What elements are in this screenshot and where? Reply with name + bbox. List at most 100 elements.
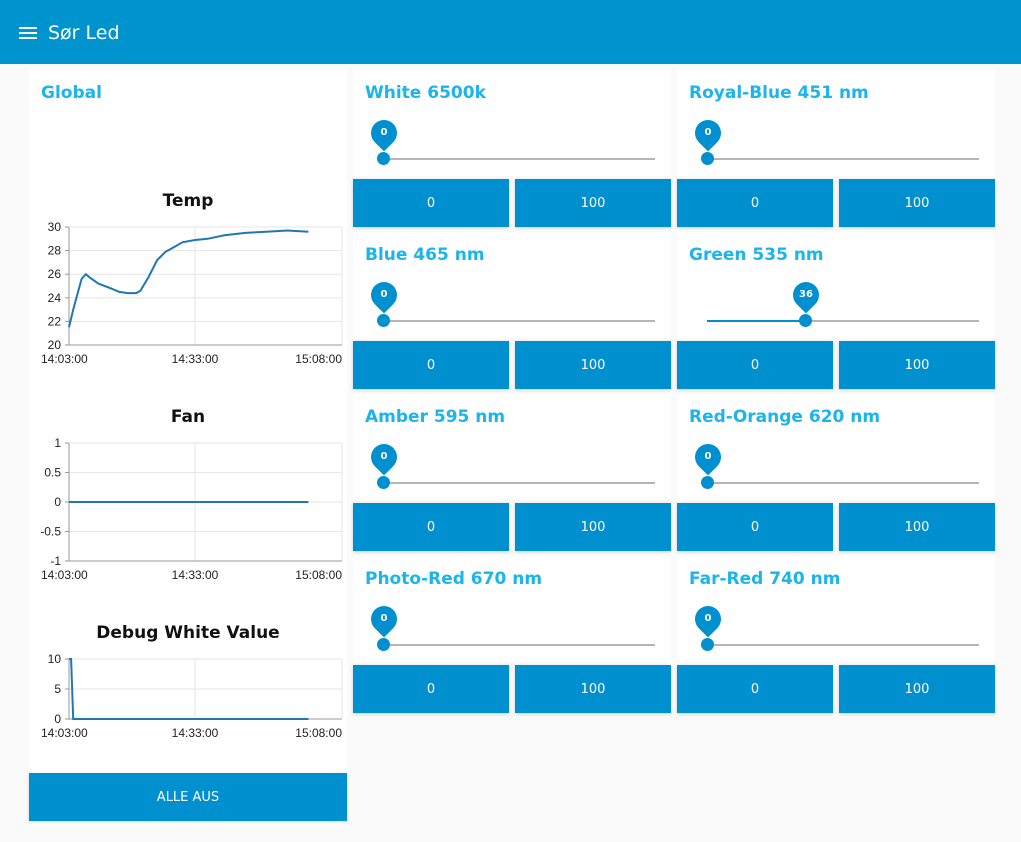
slider-value: 36 [798, 289, 813, 300]
set-100-button[interactable]: 100 [839, 665, 995, 713]
x-tick-label: 14:33:00 [172, 726, 219, 740]
channel-card-amber-595-nm: Amber 595 nm 0 [353, 394, 671, 500]
slider-value: 0 [380, 613, 388, 624]
set-0-button[interactable]: 0 [353, 179, 509, 227]
channel-card-white-6500k: White 6500k 0 [353, 70, 671, 176]
debug-chart-title: Debug White Value [96, 623, 280, 643]
channel-title: Royal-Blue 451 nm [689, 83, 869, 103]
channel-title: Photo-Red 670 nm [365, 569, 543, 589]
temp-chart: 14:03:00 14:33:00 15:08:00 30 28 26 24 22 20 [41, 220, 343, 366]
y-tick-label: 10 [48, 652, 62, 666]
channel-title: Far-Red 740 nm [689, 569, 841, 589]
channel-slider[interactable] [707, 158, 979, 160]
channel-slider[interactable] [383, 320, 655, 322]
slider-value-pin: 0 [365, 114, 403, 152]
x-tick-label: 15:08:00 [295, 726, 342, 740]
slider-thumb[interactable] [701, 476, 714, 489]
channel-title: Green 535 nm [689, 245, 824, 265]
y-tick-label: 22 [48, 314, 62, 328]
slider-value-pin: 0 [365, 600, 403, 638]
set-0-button[interactable]: 0 [353, 503, 509, 551]
channel-card-royal-blue-451-nm: Royal-Blue 451 nm 0 [677, 70, 995, 176]
y-tick-label: 24 [48, 291, 62, 305]
channel-title: Blue 465 nm [365, 245, 485, 265]
slider-value-pin: 0 [689, 114, 727, 152]
slider-value: 0 [704, 451, 712, 462]
slider-value-pin: 36 [787, 276, 825, 314]
slider-value: 0 [704, 613, 712, 624]
slider-thumb[interactable] [798, 314, 812, 327]
channel-slider[interactable] [707, 320, 979, 322]
set-0-button[interactable]: 0 [353, 665, 509, 713]
y-tick-label: 0.5 [44, 466, 61, 480]
set-0-button[interactable]: 0 [353, 341, 509, 389]
y-tick-label: 0 [54, 495, 61, 509]
channel-slider[interactable] [707, 644, 979, 646]
channel-title: Red-Orange 620 nm [689, 407, 881, 427]
slider-value: 0 [704, 127, 712, 138]
all-off-button[interactable]: ALLE AUS [29, 773, 347, 821]
slider-value-pin: 0 [689, 600, 727, 638]
slider-thumb[interactable] [701, 152, 714, 165]
app-title: Sør Led [48, 22, 120, 44]
slider-value-pin: 0 [365, 438, 403, 476]
x-tick-label: 14:33:00 [172, 568, 219, 582]
slider-thumb[interactable] [377, 152, 390, 165]
channel-card-photo-red-670-nm: Photo-Red 670 nm 0 [353, 556, 671, 662]
y-tick-label: 20 [48, 338, 62, 352]
slider-thumb[interactable] [377, 476, 390, 489]
fan-chart-title: Fan [170, 407, 206, 427]
slider-fill [707, 320, 805, 322]
y-tick-label: -1 [50, 554, 61, 568]
y-tick-label: 5 [54, 682, 61, 696]
x-tick-label: 15:08:00 [295, 568, 342, 582]
y-tick-label: 28 [48, 244, 62, 258]
slider-value: 0 [380, 289, 388, 300]
set-100-button[interactable]: 100 [515, 341, 671, 389]
set-100-button[interactable]: 100 [515, 665, 671, 713]
channel-card-far-red-740-nm: Far-Red 740 nm 0 [677, 556, 995, 662]
channel-card-green-535-nm: Green 535 nm 36 [677, 232, 995, 338]
slider-value: 0 [380, 127, 388, 138]
channel-title: Amber 595 nm [365, 407, 506, 427]
slider-thumb[interactable] [377, 314, 390, 327]
x-tick-label: 14:33:00 [172, 352, 219, 366]
global-group: Global Temp 14:03:00 14:33:00 15:08:00 30 28… [29, 70, 347, 826]
slider-thumb[interactable] [377, 638, 390, 651]
x-tick-label: 15:08:00 [295, 352, 342, 366]
set-100-button[interactable]: 100 [515, 503, 671, 551]
channel-slider[interactable] [383, 482, 655, 484]
debug-white-chart: 14:03:00 14:33:00 15:08:00 10 5 0 [41, 652, 343, 740]
x-tick-label: 14:03:00 [41, 726, 88, 740]
x-tick-label: 14:03:00 [41, 352, 88, 366]
channel-slider[interactable] [707, 482, 979, 484]
channel-slider[interactable] [383, 644, 655, 646]
set-100-button[interactable]: 100 [839, 341, 995, 389]
set-0-button[interactable]: 0 [677, 179, 833, 227]
slider-thumb[interactable] [701, 638, 714, 651]
set-0-button[interactable]: 0 [677, 503, 833, 551]
channel-slider[interactable] [383, 158, 655, 160]
set-100-button[interactable]: 100 [515, 179, 671, 227]
y-tick-label: 0 [54, 712, 61, 726]
y-tick-label: 30 [48, 220, 62, 234]
set-0-button[interactable]: 0 [677, 341, 833, 389]
global-title: Global [41, 83, 102, 103]
series-line-0 [68, 229, 309, 328]
slider-value-pin: 0 [689, 438, 727, 476]
y-tick-label: -0.5 [40, 525, 61, 539]
slider-value-pin: 0 [365, 276, 403, 314]
menu-icon[interactable] [19, 27, 37, 40]
set-0-button[interactable]: 0 [677, 665, 833, 713]
fan-chart: 14:03:00 14:33:00 15:08:00 1 0.5 0 -0.5 -1 [40, 436, 343, 582]
set-100-button[interactable]: 100 [839, 179, 995, 227]
top-toolbar: Sør Led [0, 0, 1021, 64]
channel-card-red-orange-620-nm: Red-Orange 620 nm 0 [677, 394, 995, 500]
y-tick-label: 1 [54, 436, 61, 450]
y-tick-label: 26 [48, 267, 62, 281]
set-100-button[interactable]: 100 [839, 503, 995, 551]
channel-card-blue-465-nm: Blue 465 nm 0 [353, 232, 671, 338]
channel-title: White 6500k [365, 83, 486, 103]
slider-value: 0 [380, 451, 388, 462]
temp-chart-title: Temp [162, 191, 214, 211]
